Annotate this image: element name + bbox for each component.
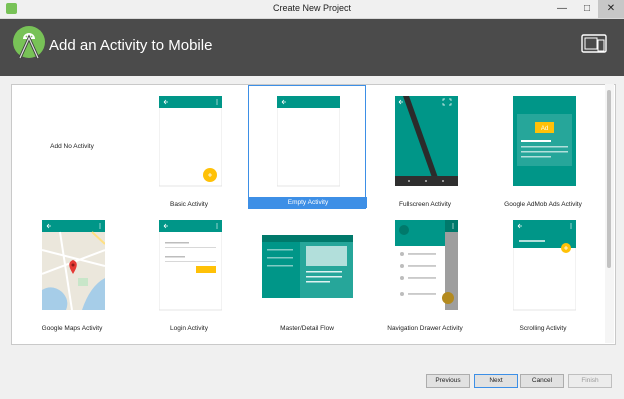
tile-google-maps-activity[interactable]: Google Maps Activity (13, 209, 131, 333)
previous-button[interactable]: Previous (426, 374, 470, 388)
activity-label: Master/Detail Flow (280, 325, 334, 332)
scrolling-activity-thumbnail (513, 220, 576, 311)
gallery-scrollbar[interactable] (605, 84, 614, 343)
activity-gallery: Add No Activity Basic Activity Empty Act… (11, 84, 616, 345)
wizard-header: Add an Activity to Mobile (0, 19, 624, 76)
basic-activity-thumbnail (159, 96, 222, 187)
android-studio-logo-icon (13, 26, 45, 59)
login-activity-thumbnail (159, 220, 222, 311)
finish-button[interactable]: Finish (568, 374, 612, 388)
activity-label: Scrolling Activity (519, 325, 567, 332)
next-button[interactable]: Next (474, 374, 518, 388)
phone-tablet-icon (581, 34, 607, 53)
fullscreen-activity-thumbnail (395, 96, 458, 186)
admob-activity-thumbnail: Ad (513, 96, 576, 186)
tile-empty-activity[interactable]: Empty Activity (248, 85, 367, 209)
maps-activity-thumbnail (42, 220, 105, 311)
activity-label: Add No Activity (50, 143, 94, 150)
page-title: Add an Activity to Mobile (49, 37, 213, 54)
activity-label: Google Maps Activity (41, 325, 103, 332)
master-detail-thumbnail (262, 235, 353, 298)
activity-label: Navigation Drawer Activity (387, 325, 463, 332)
tile-basic-activity[interactable]: Basic Activity (130, 85, 248, 209)
tile-fullscreen-activity[interactable]: Fullscreen Activity (366, 85, 484, 209)
window-title: Create New Project (272, 3, 352, 13)
tile-google-admob-ads-activity[interactable]: Ad Google AdMob Ads Activity (484, 85, 602, 209)
window-titlebar: Create New Project — □ ✕ (0, 0, 624, 19)
activity-label: Basic Activity (170, 201, 208, 208)
tile-add-no-activity[interactable]: Add No Activity (13, 85, 131, 209)
cancel-button[interactable]: Cancel (520, 374, 564, 388)
tile-navigation-drawer-activity[interactable]: Navigation Drawer Activity (366, 209, 484, 333)
activity-label: Google AdMob Ads Activity (504, 201, 582, 208)
tile-login-activity[interactable]: Login Activity (130, 209, 248, 333)
close-button[interactable]: ✕ (598, 0, 624, 18)
tile-master-detail-flow[interactable]: Master/Detail Flow (248, 209, 366, 333)
tile-scrolling-activity[interactable]: Scrolling Activity (484, 209, 602, 333)
minimize-button[interactable]: — (549, 0, 575, 18)
activity-label: Fullscreen Activity (398, 201, 452, 208)
scrollbar-thumb[interactable] (607, 90, 611, 268)
maximize-button[interactable]: □ (574, 0, 600, 18)
activity-label: Login Activity (170, 325, 208, 332)
activity-label: Empty Activity (249, 197, 367, 208)
navigation-drawer-thumbnail (395, 220, 458, 310)
empty-activity-thumbnail (277, 96, 340, 187)
ad-badge-text: Ad (541, 126, 548, 132)
